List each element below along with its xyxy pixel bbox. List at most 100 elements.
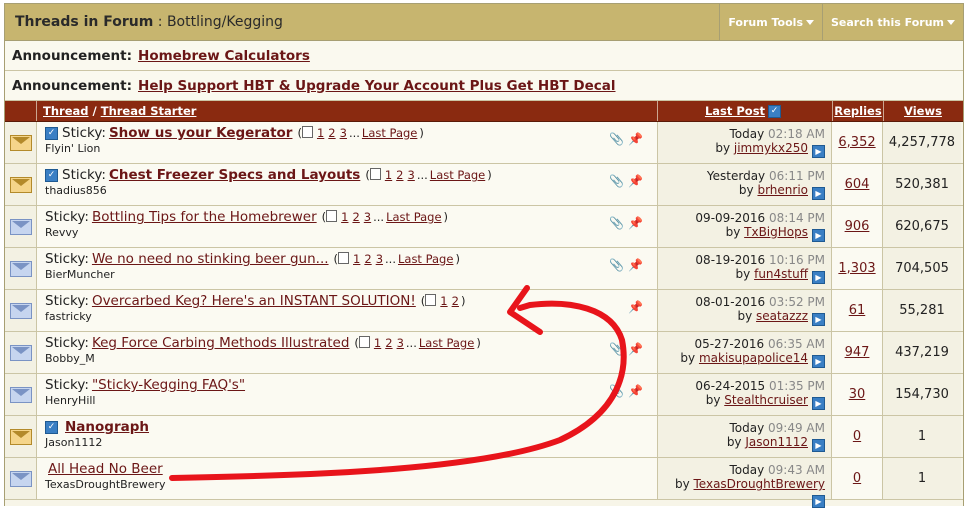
last-post-time: 08:14 PM — [769, 211, 825, 225]
multipage-icon — [425, 294, 437, 306]
page-link[interactable]: 1 — [353, 252, 360, 266]
last-poster-link[interactable]: brhenrio — [757, 183, 808, 197]
thread-starter[interactable]: HenryHill — [45, 394, 657, 407]
thread-title-link[interactable]: Show us your Kegerator — [109, 125, 293, 141]
thread-starter[interactable]: BierMuncher — [45, 268, 657, 281]
page-link[interactable]: 1 — [440, 294, 447, 308]
last-page-link[interactable]: Last Page — [430, 168, 485, 182]
last-poster-link[interactable]: seatazzz — [756, 309, 808, 323]
thread-starter[interactable]: TexasDroughtBrewery — [45, 478, 657, 491]
thread-title-link[interactable]: Overcarbed Keg? Here's an INSTANT SOLUTI… — [92, 293, 416, 309]
replies-count-link[interactable]: 30 — [849, 387, 866, 402]
thread-starter[interactable]: thadius856 — [45, 184, 657, 197]
last-post-time: 09:43 AM — [768, 463, 825, 477]
thread-title-link[interactable]: Chest Freezer Specs and Layouts — [109, 167, 360, 183]
announcement-link[interactable]: Help Support HBT & Upgrade Your Account … — [138, 78, 615, 94]
replies-count-link[interactable]: 61 — [849, 303, 866, 318]
replies-count-link[interactable]: 947 — [845, 345, 870, 360]
by-label: by — [725, 225, 741, 239]
go-to-last-post-icon[interactable]: ▶ — [812, 271, 825, 284]
envelope-icon — [9, 428, 32, 445]
page-link[interactable]: 2 — [352, 210, 359, 224]
go-to-last-post-icon[interactable]: ▶ — [812, 495, 825, 508]
last-post-time: 06:35 AM — [768, 337, 825, 351]
last-poster-link[interactable]: fun4stuff — [754, 267, 808, 281]
page-link[interactable]: 2 — [328, 126, 335, 140]
last-poster-link[interactable]: Jason1112 — [745, 435, 808, 449]
sort-starter-link[interactable]: Thread Starter — [101, 104, 197, 118]
page-link[interactable]: 3 — [408, 168, 415, 182]
last-page-link[interactable]: Last Page — [362, 126, 417, 140]
thread-title-link[interactable]: "Sticky-Kegging FAQ's" — [92, 377, 245, 393]
go-to-last-post-icon[interactable]: ▶ — [812, 355, 825, 368]
sort-views-link[interactable]: Views — [904, 104, 942, 118]
thread-starter[interactable]: Revvy — [45, 226, 657, 239]
replies-count-link[interactable]: 906 — [845, 219, 870, 234]
replies-count-link[interactable]: 604 — [845, 177, 870, 192]
forum-tools-menu[interactable]: Forum Tools — [719, 4, 822, 40]
thread-starter[interactable]: Flyin' Lion — [45, 142, 657, 155]
sticky-prefix: Sticky: — [45, 251, 89, 267]
last-page-link[interactable]: Last Page — [419, 336, 474, 350]
by-label: by — [726, 435, 742, 449]
last-poster-link[interactable]: TxBigHops — [744, 225, 808, 239]
attachment-pin-icons: 📎📌 — [609, 384, 647, 398]
page-link[interactable]: 1 — [385, 168, 392, 182]
thread-starter[interactable]: fastricky — [45, 310, 657, 323]
go-to-last-post-icon[interactable]: ▶ — [812, 229, 825, 242]
thread-title-link[interactable]: We no need no stinking beer gun... — [92, 251, 329, 267]
page-link[interactable]: 3 — [340, 126, 347, 140]
sort-last-post-link[interactable]: Last Post — [705, 104, 765, 118]
thread-title-link[interactable]: Bottling Tips for the Homebrewer — [92, 209, 317, 225]
replies-count-link[interactable]: 1,303 — [838, 261, 875, 276]
last-post-cell: 08-01-2016 03:52 PM by seatazzz ▶ — [658, 290, 832, 331]
page-link[interactable]: 3 — [397, 336, 404, 350]
replies-cell: 30 — [832, 374, 883, 415]
announcement-link[interactable]: Homebrew Calculators — [138, 48, 310, 64]
page-link[interactable]: 2 — [364, 252, 371, 266]
go-to-last-post-icon[interactable]: ▶ — [812, 187, 825, 200]
last-page-link[interactable]: Last Page — [398, 252, 453, 266]
sort-check-icon: ✓ — [768, 104, 782, 118]
go-to-last-post-icon[interactable]: ▶ — [812, 439, 825, 452]
page-link[interactable]: 1 — [341, 210, 348, 224]
page-link[interactable]: 1 — [374, 336, 381, 350]
thread-title-link[interactable]: Keg Force Carbing Methods Illustrated — [92, 335, 349, 351]
page-link[interactable]: 1 — [317, 126, 324, 140]
go-to-last-post-icon[interactable]: ▶ — [812, 313, 825, 326]
go-to-last-post-icon[interactable]: ▶ — [812, 145, 825, 158]
page-link[interactable]: 2 — [452, 294, 459, 308]
thread-status-cell — [5, 206, 37, 247]
multipage-icon — [358, 336, 370, 348]
replies-count-link[interactable]: 0 — [853, 429, 861, 444]
sort-replies-link[interactable]: Replies — [834, 104, 881, 118]
page-link[interactable]: 3 — [364, 210, 371, 224]
last-poster-link[interactable]: TexasDroughtBrewery — [694, 477, 825, 491]
sort-thread-link[interactable]: Thread — [43, 104, 89, 118]
replies-count-link[interactable]: 6,352 — [838, 135, 875, 150]
sticky-prefix: Sticky: — [45, 377, 89, 393]
last-poster-link[interactable]: Stealthcruiser — [724, 393, 808, 407]
last-page-link[interactable]: Last Page — [386, 210, 441, 224]
thread-cell: Sticky: We no need no stinking beer gun..… — [37, 248, 658, 289]
page-link[interactable]: 2 — [396, 168, 403, 182]
replies-count-link[interactable]: 0 — [853, 471, 861, 486]
thread-status-cell — [5, 248, 37, 289]
page-links: (1 2 3... Last Page) — [365, 168, 492, 182]
page-link[interactable]: 2 — [385, 336, 392, 350]
page-link[interactable]: 3 — [376, 252, 383, 266]
thread-starter[interactable]: Jason1112 — [45, 436, 657, 449]
thread-title-link[interactable]: Nanograph — [65, 419, 149, 435]
page-ellipsis: ... — [385, 252, 396, 266]
thread-row: ✓ Nanograph Jason1112 Today 09:49 AM by Jaso… — [5, 416, 963, 458]
threads-in-forum-label: Threads in Forum — [15, 14, 154, 30]
last-poster-link[interactable]: jimmykx250 — [734, 141, 808, 155]
go-to-last-post-icon[interactable]: ▶ — [812, 397, 825, 410]
thread-cell: Sticky: Overcarbed Keg? Here's an INSTANT… — [37, 290, 658, 331]
last-poster-link[interactable]: makisupapolice14 — [699, 351, 808, 365]
thread-title-link[interactable]: All Head No Beer — [48, 461, 163, 477]
search-forum-menu[interactable]: Search this Forum — [822, 4, 963, 40]
attachment-pin-icons: 📎📌 — [609, 132, 647, 146]
thread-starter[interactable]: Bobby_M — [45, 352, 657, 365]
last-post-time: 06:11 PM — [769, 169, 825, 183]
